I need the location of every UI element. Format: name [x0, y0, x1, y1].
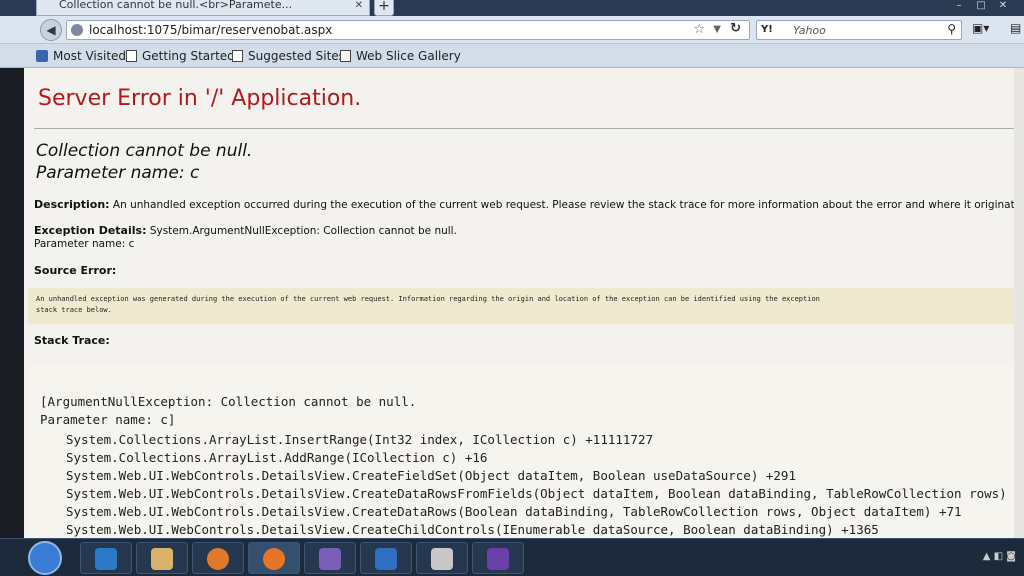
description-label: Description: [34, 198, 110, 211]
nav-bar: ◀ localhost:1075/bimar/reservenobat.aspx… [0, 16, 1024, 44]
taskbar-lync[interactable] [360, 542, 412, 574]
exception-label: Exception Details: [34, 224, 147, 237]
url-text[interactable]: localhost:1075/bimar/reservenobat.aspx [89, 23, 332, 37]
source-error-label: Source Error: [34, 264, 117, 277]
page-content: Server Error in '/' Application. Collect… [24, 68, 1024, 538]
folder-icon [151, 548, 173, 570]
firefox-icon [263, 548, 285, 570]
tools-icon[interactable]: ▤ [1010, 21, 1021, 35]
stack-line: System.Web.UI.WebControls.DetailsView.Cr… [66, 486, 1022, 501]
lync-icon [375, 548, 397, 570]
stack-header-2: Parameter name: c] [40, 412, 176, 427]
error-message: Collection cannot be null. Parameter nam… [36, 140, 252, 184]
close-icon[interactable]: ✕ [355, 0, 363, 11]
page-icon [340, 50, 351, 62]
bookmark-most-visited[interactable]: Most Visited [36, 49, 126, 63]
description: Description: An unhandled exception occu… [34, 198, 1024, 211]
bookmark-folder-icon [36, 50, 48, 62]
exception-details: Exception Details: System.ArgumentNullEx… [34, 224, 457, 237]
back-arrow-icon[interactable]: ◀ [40, 19, 62, 41]
visual-studio-icon [487, 548, 509, 570]
window-close-icon[interactable]: ✕ [994, 0, 1012, 14]
source-error-box: An unhandled exception was generated dur… [28, 288, 1024, 324]
divider [34, 128, 1024, 129]
scrollbar[interactable] [1014, 68, 1024, 538]
stack-line: System.Web.UI.WebControls.DetailsView.Cr… [66, 504, 962, 519]
search-icon[interactable]: ⚲ [947, 22, 956, 36]
maximize-icon[interactable]: □ [972, 0, 990, 14]
taskbar: ▲ ◧ ◙ [0, 538, 1024, 576]
windows-start-icon[interactable] [28, 541, 62, 575]
description-text: An unhandled exception occurred during t… [112, 199, 1024, 211]
exception-param: Parameter name: c [34, 238, 135, 250]
taskbar-media[interactable] [192, 542, 244, 574]
stack-line: System.Web.UI.WebControls.DetailsView.Cr… [66, 522, 879, 537]
bookmark-getting-started[interactable]: Getting Started [126, 49, 235, 63]
search-engine-icon[interactable]: Y! [761, 24, 773, 35]
home-menu-icon[interactable]: ▣▾ [972, 21, 989, 35]
stack-trace-box: [ArgumentNullException: Collection canno… [28, 364, 1024, 538]
stack-header-1: [ArgumentNullException: Collection canno… [40, 394, 417, 409]
taskbar-ie[interactable] [80, 542, 132, 574]
error-line-2: Parameter name: c [36, 163, 200, 183]
tab-bar: Collection cannot be null.<br>Paramete..… [0, 0, 1024, 16]
tools-app-icon [431, 548, 453, 570]
star-icon[interactable]: ☆ [693, 22, 705, 37]
bookmark-web-slice-gallery[interactable]: Web Slice Gallery [340, 49, 461, 63]
taskbar-visual-studio[interactable] [472, 542, 524, 574]
url-bar[interactable]: localhost:1075/bimar/reservenobat.aspx ☆… [66, 20, 750, 40]
taskbar-firefox[interactable] [248, 542, 300, 574]
app-icon [319, 548, 341, 570]
error-line-1: Collection cannot be null. [36, 141, 253, 161]
browser-tab[interactable]: Collection cannot be null.<br>Paramete..… [36, 0, 370, 16]
taskbar-explorer[interactable] [136, 542, 188, 574]
ie-icon [95, 548, 117, 570]
media-player-icon [207, 548, 229, 570]
bookmark-suggested-sites[interactable]: Suggested Sites [232, 49, 345, 63]
globe-icon [71, 24, 83, 36]
chevron-down-icon[interactable]: ▼ [713, 24, 721, 35]
bookmarks-bar: Most Visited Getting Started Suggested S… [0, 44, 1024, 68]
stack-line: System.Collections.ArrayList.AddRange(IC… [66, 450, 488, 465]
minimize-icon[interactable]: – [950, 0, 968, 14]
system-tray[interactable]: ▲ ◧ ◙ [983, 551, 1016, 562]
taskbar-tools[interactable] [416, 542, 468, 574]
tab-title: Collection cannot be null.<br>Paramete..… [59, 0, 293, 11]
new-tab-button[interactable]: + [374, 0, 394, 16]
page-icon [232, 50, 243, 62]
reload-icon[interactable]: ↻ [730, 21, 741, 36]
source-error-text: An unhandled exception was generated dur… [36, 295, 820, 314]
exception-text: System.ArgumentNullException: Collection… [149, 225, 457, 237]
search-bar[interactable]: Y! Yahoo ⚲ [756, 20, 962, 40]
stack-line: System.Web.UI.WebControls.DetailsView.Cr… [66, 468, 796, 483]
page-icon [126, 50, 137, 62]
stack-line: System.Collections.ArrayList.InsertRange… [66, 432, 653, 447]
stack-trace-label: Stack Trace: [34, 334, 110, 347]
page-title: Server Error in '/' Application. [38, 86, 362, 111]
search-input[interactable]: Yahoo [793, 24, 826, 37]
taskbar-app[interactable] [304, 542, 356, 574]
